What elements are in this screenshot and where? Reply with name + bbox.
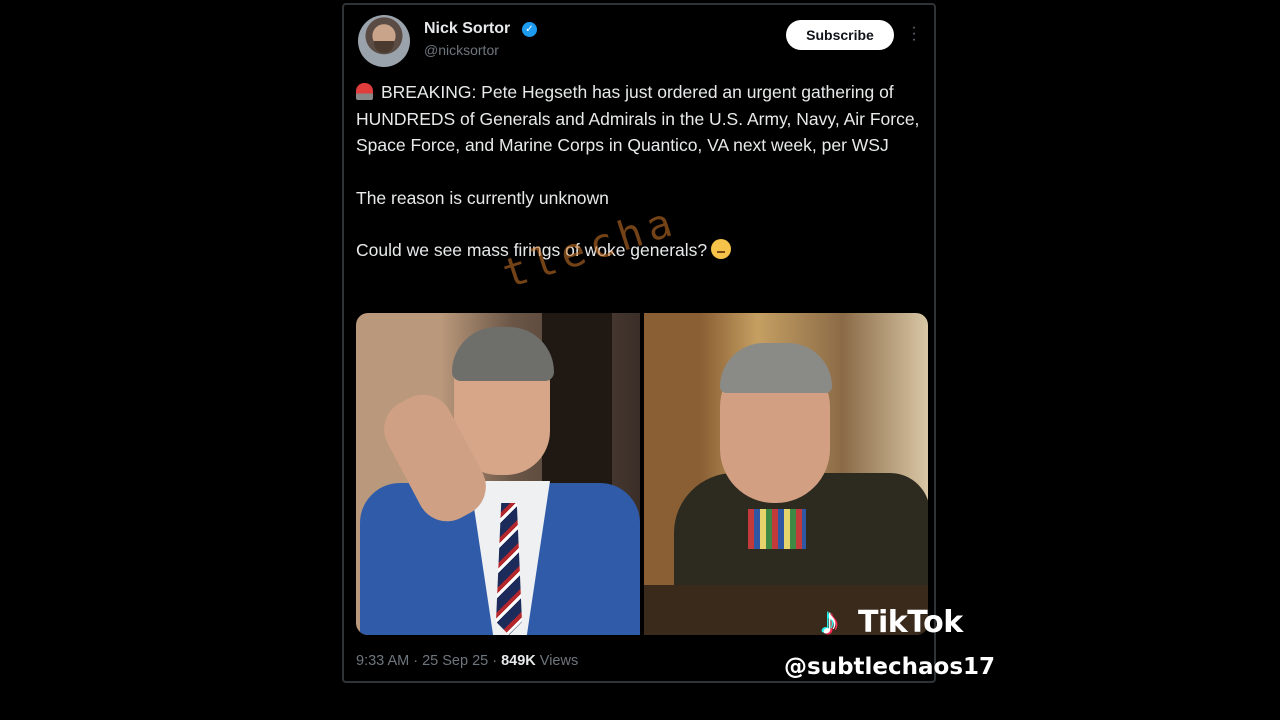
- photo-hegseth-saluting[interactable]: [356, 313, 640, 635]
- tweet-media[interactable]: [356, 313, 928, 635]
- tweet-card[interactable]: Nick Sortor ✓ @nicksortor Subscribe · · · …: [342, 3, 936, 683]
- relieved-face-emoji-icon: [711, 239, 732, 259]
- tiktok-logo-icon: ♪: [820, 601, 839, 643]
- subscribe-button[interactable]: Subscribe: [786, 20, 894, 50]
- tweet-paragraph-2: The reason is currently unknown: [356, 187, 609, 208]
- photo-general-in-uniform[interactable]: [644, 313, 928, 635]
- verified-badge-icon: ✓: [522, 22, 537, 37]
- tweet-paragraph-3: Could we see mass firings of woke genera…: [356, 237, 924, 264]
- author-handle[interactable]: @nicksortor: [424, 42, 499, 58]
- more-options-icon[interactable]: · · ·: [910, 20, 918, 48]
- views-count: 849K: [501, 653, 536, 669]
- tweet-text: BREAKING: Pete Hegseth has just ordered …: [356, 79, 924, 290]
- tweet-timestamp[interactable]: 9:33 AM · 25 Sep 25 ·: [356, 653, 497, 669]
- author-name[interactable]: Nick Sortor: [424, 20, 510, 38]
- tiktok-brand: TikTok: [858, 604, 963, 640]
- siren-emoji-icon: [356, 83, 373, 100]
- tweet-meta: 9:33 AM · 25 Sep 25 · 849K Views: [356, 653, 578, 669]
- tiktok-handle: @subtlechaos17: [784, 654, 996, 680]
- tweet-paragraph-1: BREAKING: Pete Hegseth has just ordered …: [356, 82, 920, 155]
- tiktok-watermark: ♪ TikTok: [812, 600, 963, 644]
- author-avatar[interactable]: [358, 15, 410, 67]
- views-label: Views: [539, 653, 579, 669]
